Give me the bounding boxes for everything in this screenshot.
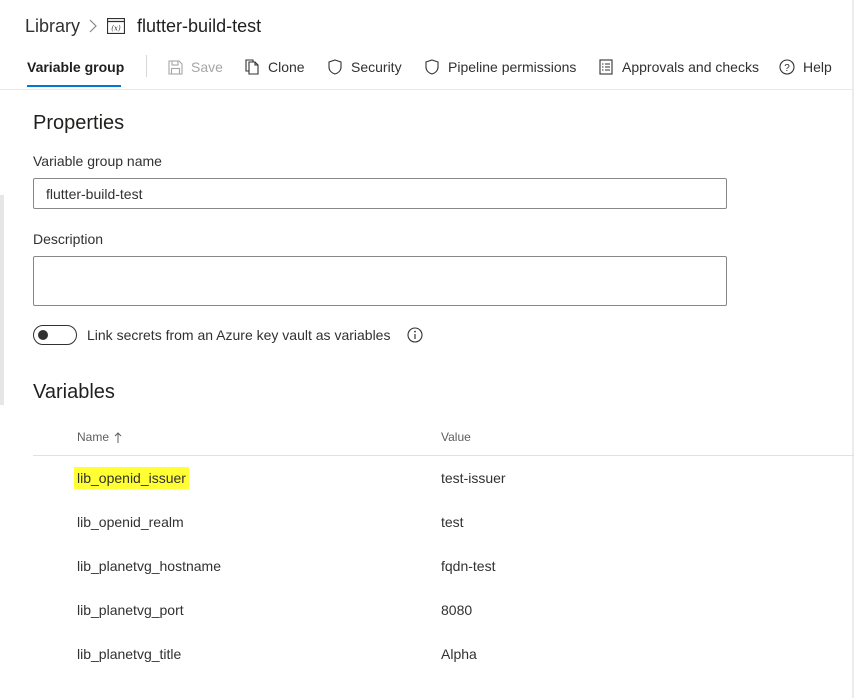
sort-ascending-icon [114, 431, 122, 443]
svg-text:(x): (x) [111, 25, 121, 33]
variable-group-name-input[interactable] [33, 178, 727, 209]
info-icon[interactable] [407, 327, 424, 343]
variables-heading: Variables [33, 381, 115, 403]
help-button[interactable]: ? Help [779, 57, 832, 77]
breadcrumb-library-link[interactable]: Library [25, 16, 80, 37]
variable-name: lib_openid_issuer [77, 470, 186, 486]
toggle-knob [38, 330, 48, 340]
shield-icon [327, 59, 343, 75]
pipeline-permissions-label: Pipeline permissions [448, 59, 577, 75]
link-secrets-row: Link secrets from an Azure key vault as … [33, 325, 424, 345]
table-row[interactable]: lib_planetvg_port 8080 [33, 588, 854, 632]
table-row[interactable]: lib_planetvg_title Alpha [33, 632, 854, 676]
approvals-and-checks-button[interactable]: Approvals and checks [598, 57, 759, 77]
tab-variable-group[interactable]: Variable group [27, 59, 124, 75]
save-button[interactable]: Save [167, 57, 223, 77]
variable-value: Alpha [441, 646, 477, 662]
description-label: Description [33, 231, 104, 247]
variable-name: lib_planetvg_title [77, 646, 182, 662]
variable-value: test [441, 514, 464, 530]
name-column-label: Name [77, 430, 110, 444]
variable-value: 8080 [441, 602, 473, 618]
name-column-header[interactable]: Name [77, 430, 122, 444]
approvals-and-checks-label: Approvals and checks [622, 59, 759, 75]
save-icon [167, 59, 183, 75]
link-secrets-label: Link secrets from an Azure key vault as … [87, 327, 391, 343]
variable-group-icon: (x) [107, 18, 126, 34]
table-header: Name Value [33, 420, 854, 456]
clone-button[interactable]: Clone [244, 57, 305, 77]
help-label: Help [803, 59, 832, 75]
breadcrumb: Library (x) flutter-build-test [25, 14, 261, 38]
svg-text:?: ? [784, 63, 790, 74]
properties-heading: Properties [33, 112, 125, 134]
clone-label: Clone [268, 59, 305, 75]
help-icon: ? [779, 59, 795, 75]
chevron-right-icon [89, 19, 97, 33]
active-tab-indicator [27, 85, 121, 87]
toolbar-divider [146, 55, 147, 77]
table-row[interactable]: lib_openid_realm test [33, 500, 854, 544]
link-secrets-toggle[interactable] [33, 325, 77, 345]
pipeline-permissions-button[interactable]: Pipeline permissions [424, 57, 576, 77]
value-column-header: Value [441, 430, 471, 444]
description-input[interactable] [33, 256, 727, 306]
variable-value: test-issuer [441, 470, 506, 486]
variable-name: lib_planetvg_port [77, 602, 184, 618]
security-label: Security [351, 59, 402, 75]
checklist-icon [598, 59, 614, 75]
table-row[interactable]: lib_openid_issuer test-issuer [33, 456, 854, 500]
shield-icon [424, 59, 440, 75]
variable-name: lib_openid_realm [77, 514, 184, 530]
security-button[interactable]: Security [327, 57, 402, 77]
variable-group-name-label: Variable group name [33, 153, 162, 169]
table-row[interactable]: lib_planetvg_hostname fqdn-test [33, 544, 854, 588]
left-panel-edge [0, 195, 4, 405]
variable-value: fqdn-test [441, 558, 496, 574]
page-title: flutter-build-test [137, 15, 262, 36]
variable-name: lib_planetvg_hostname [77, 558, 221, 574]
variables-table: Name Value lib_openid_issuer test-issuer… [33, 420, 854, 676]
clone-icon [244, 59, 260, 75]
toolbar: Variable group Save Clone Security Pipel… [0, 50, 854, 90]
save-label: Save [191, 59, 223, 75]
